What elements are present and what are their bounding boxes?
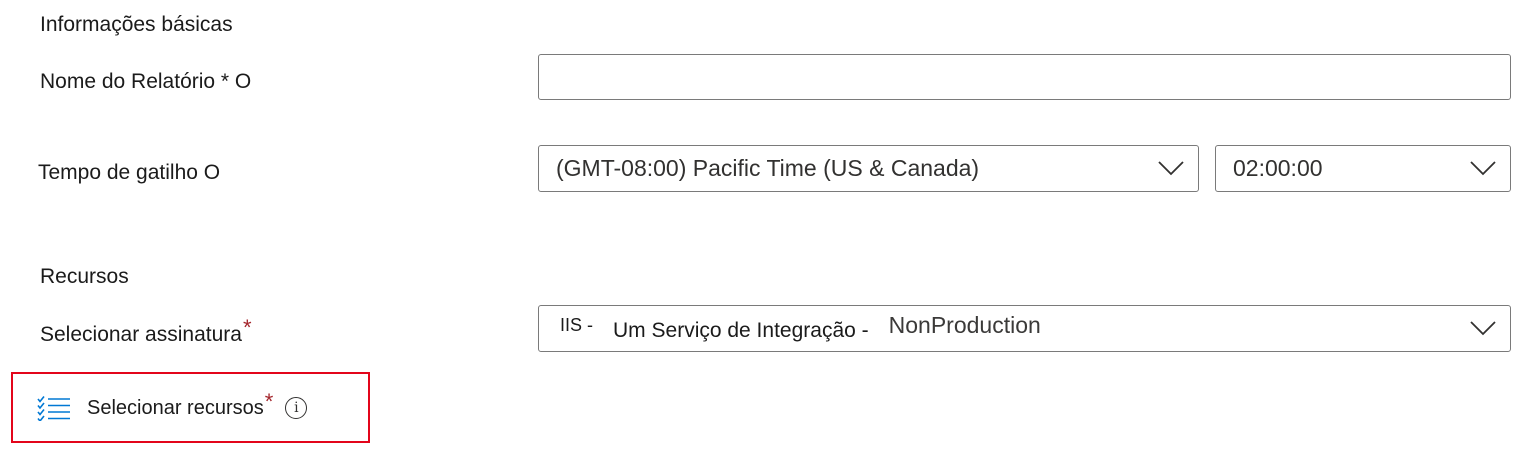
subscription-select[interactable]: IIS - Um Serviço de Integração - NonProd… [538, 305, 1511, 352]
time-select[interactable]: 02:00:00 [1215, 145, 1511, 192]
chevron-down-icon [1158, 160, 1184, 175]
subscription-prefix: IIS - [560, 315, 594, 335]
chevron-down-icon [1470, 320, 1496, 335]
resources-heading: Recursos [40, 265, 129, 288]
subscription-label: Selecionar assinatura* [40, 315, 252, 348]
required-marker: * [264, 389, 274, 414]
chevron-down-icon [1470, 160, 1496, 175]
report-name-label: Nome do Relatório * O [40, 70, 252, 93]
select-resources-button[interactable]: Selecionar recursos * i [36, 389, 308, 426]
time-select-value: 02:00:00 [1233, 155, 1323, 181]
subscription-middle: Um Serviço de Integração - [613, 318, 869, 342]
timezone-select[interactable]: (GMT-08:00) Pacific Time (US & Canada) [538, 145, 1199, 192]
select-resources-label: Selecionar recursos [87, 397, 264, 419]
info-icon[interactable]: i [285, 397, 308, 419]
checklist-icon [37, 396, 70, 421]
basic-info-heading: Informações básicas [40, 13, 233, 36]
trigger-time-label: Tempo de gatilho O [38, 161, 221, 184]
report-name-input[interactable] [538, 54, 1511, 100]
subscription-select-value: NonProduction [888, 312, 1041, 338]
required-marker: * [242, 315, 252, 340]
subscription-label-text: Selecionar assinatura [40, 323, 242, 346]
timezone-select-value: (GMT-08:00) Pacific Time (US & Canada) [556, 155, 980, 181]
